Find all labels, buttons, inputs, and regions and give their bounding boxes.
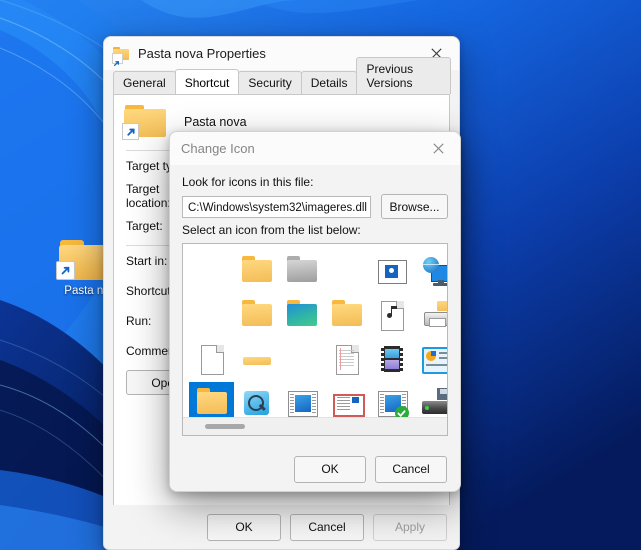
music-file-icon[interactable]: [369, 294, 414, 336]
tab-details[interactable]: Details: [300, 71, 358, 94]
folder-teal-icon[interactable]: [279, 294, 324, 336]
list-label: Select an icon from the list below:: [182, 223, 361, 237]
presentation-screen-icon[interactable]: [414, 338, 447, 380]
video-film-icon[interactable]: [369, 338, 414, 380]
shortcut-name-text: Pasta nova: [184, 115, 247, 129]
network-globe-monitor-icon[interactable]: [414, 250, 447, 292]
folder-yellow-icon[interactable]: [234, 294, 279, 336]
change-icon-ok-button[interactable]: OK: [294, 455, 366, 483]
tab-general[interactable]: General: [113, 71, 176, 94]
properties-tabstrip: General Shortcut Security Details Previo…: [104, 57, 459, 94]
change-icon-title-text: Change Icon: [181, 141, 255, 156]
icon-file-path-input[interactable]: C:\Windows\system32\imageres.dll: [182, 195, 371, 218]
path-label: Look for icons in this file:: [182, 175, 314, 189]
icon-grid: ✖: [183, 244, 447, 424]
tab-shortcut[interactable]: Shortcut: [174, 69, 240, 94]
picture-window-icon[interactable]: [369, 250, 414, 292]
icon-row: [189, 249, 447, 293]
change-icon-titlebar[interactable]: Change Icon: [170, 132, 460, 165]
icon-list-container: ✖: [182, 243, 448, 436]
tab-security[interactable]: Security: [238, 71, 302, 94]
properties-cancel-button[interactable]: Cancel: [290, 513, 364, 541]
change-icon-footer: OK Cancel: [170, 447, 460, 491]
properties-footer: OK Cancel Apply: [104, 505, 459, 549]
change-icon-body: Look for icons in this file: C:\Windows\…: [170, 165, 460, 436]
shortcut-arrow-icon: [56, 261, 75, 280]
icon-row: [189, 293, 447, 337]
change-icon-cancel-button[interactable]: Cancel: [375, 455, 447, 483]
blank-document-icon[interactable]: [189, 338, 234, 380]
folder-shortcut-icon: [122, 104, 168, 140]
folder-shortcut-icon: [112, 46, 130, 66]
folder-flat-icon[interactable]: [234, 338, 279, 380]
desktop-background: Pasta no Pasta nova Properties General S…: [0, 0, 641, 550]
path-row: C:\Windows\system32\imageres.dll Browse.…: [182, 194, 448, 219]
empty-cell[interactable]: [279, 338, 324, 380]
properties-title-text: Pasta nova Properties: [138, 46, 266, 61]
icon-row: ✖: [189, 337, 447, 381]
properties-apply-button: Apply: [373, 513, 447, 541]
change-icon-dialog: Change Icon Look for icons in this file:…: [169, 131, 461, 492]
empty-cell[interactable]: [189, 294, 234, 336]
folder-yellow-light-icon[interactable]: [324, 294, 369, 336]
icon-list-horizontal-scrollbar[interactable]: [183, 417, 447, 435]
text-document-icon[interactable]: [324, 338, 369, 380]
properties-ok-button[interactable]: OK: [207, 513, 281, 541]
close-icon[interactable]: [416, 132, 460, 165]
empty-cell[interactable]: [189, 250, 234, 292]
tab-previous-versions[interactable]: Previous Versions: [356, 57, 451, 94]
folder-yellow-icon[interactable]: [234, 250, 279, 292]
browse-button[interactable]: Browse...: [381, 194, 448, 219]
empty-cell[interactable]: [324, 250, 369, 292]
folder-gray-icon[interactable]: [279, 250, 324, 292]
scrollbar-thumb[interactable]: [205, 424, 245, 429]
printer-folder-icon[interactable]: [414, 294, 447, 336]
